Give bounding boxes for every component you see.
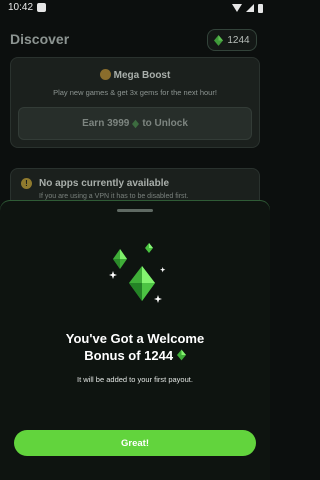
gem-balance: 1244 xyxy=(227,34,250,46)
no-apps-subtitle: If you are using a VPN it has to be disa… xyxy=(39,193,189,200)
earn-to-unlock-button[interactable]: Earn 3999 to Unlock xyxy=(18,107,252,140)
mega-boost-title: Mega Boost xyxy=(11,69,259,81)
page-title: Discover xyxy=(10,31,70,47)
coin-icon xyxy=(99,69,111,80)
gem-icon xyxy=(214,34,224,46)
gem-icon xyxy=(176,349,186,361)
large-gem-icon xyxy=(129,266,155,301)
gems-illustration-icon xyxy=(109,243,166,303)
drag-handle[interactable] xyxy=(117,209,153,212)
earn-button-suffix: to Unlock xyxy=(142,118,188,129)
mega-boost-card: Mega Boost Play new games & get 3x gems … xyxy=(10,57,260,148)
mega-boost-subtitle: Play new games & get 3x gems for the nex… xyxy=(53,88,217,97)
earn-button-prefix: Earn 3999 xyxy=(82,118,130,129)
great-button[interactable]: Great! xyxy=(14,430,256,456)
tiny-gem-icon xyxy=(145,243,153,253)
no-apps-title: No apps currently available xyxy=(39,178,170,189)
warning-icon: ! xyxy=(21,178,32,189)
welcome-subtitle: It will be added to your first payout. xyxy=(77,375,193,384)
welcome-bonus-sheet: You've Got a Welcome Bonus of 1244 It wi… xyxy=(0,201,270,480)
gem-balance-pill[interactable]: 1244 xyxy=(207,29,257,51)
gem-icon xyxy=(132,119,140,128)
welcome-title: You've Got a Welcome Bonus of 1244 xyxy=(65,331,205,363)
small-gem-icon xyxy=(113,249,127,269)
